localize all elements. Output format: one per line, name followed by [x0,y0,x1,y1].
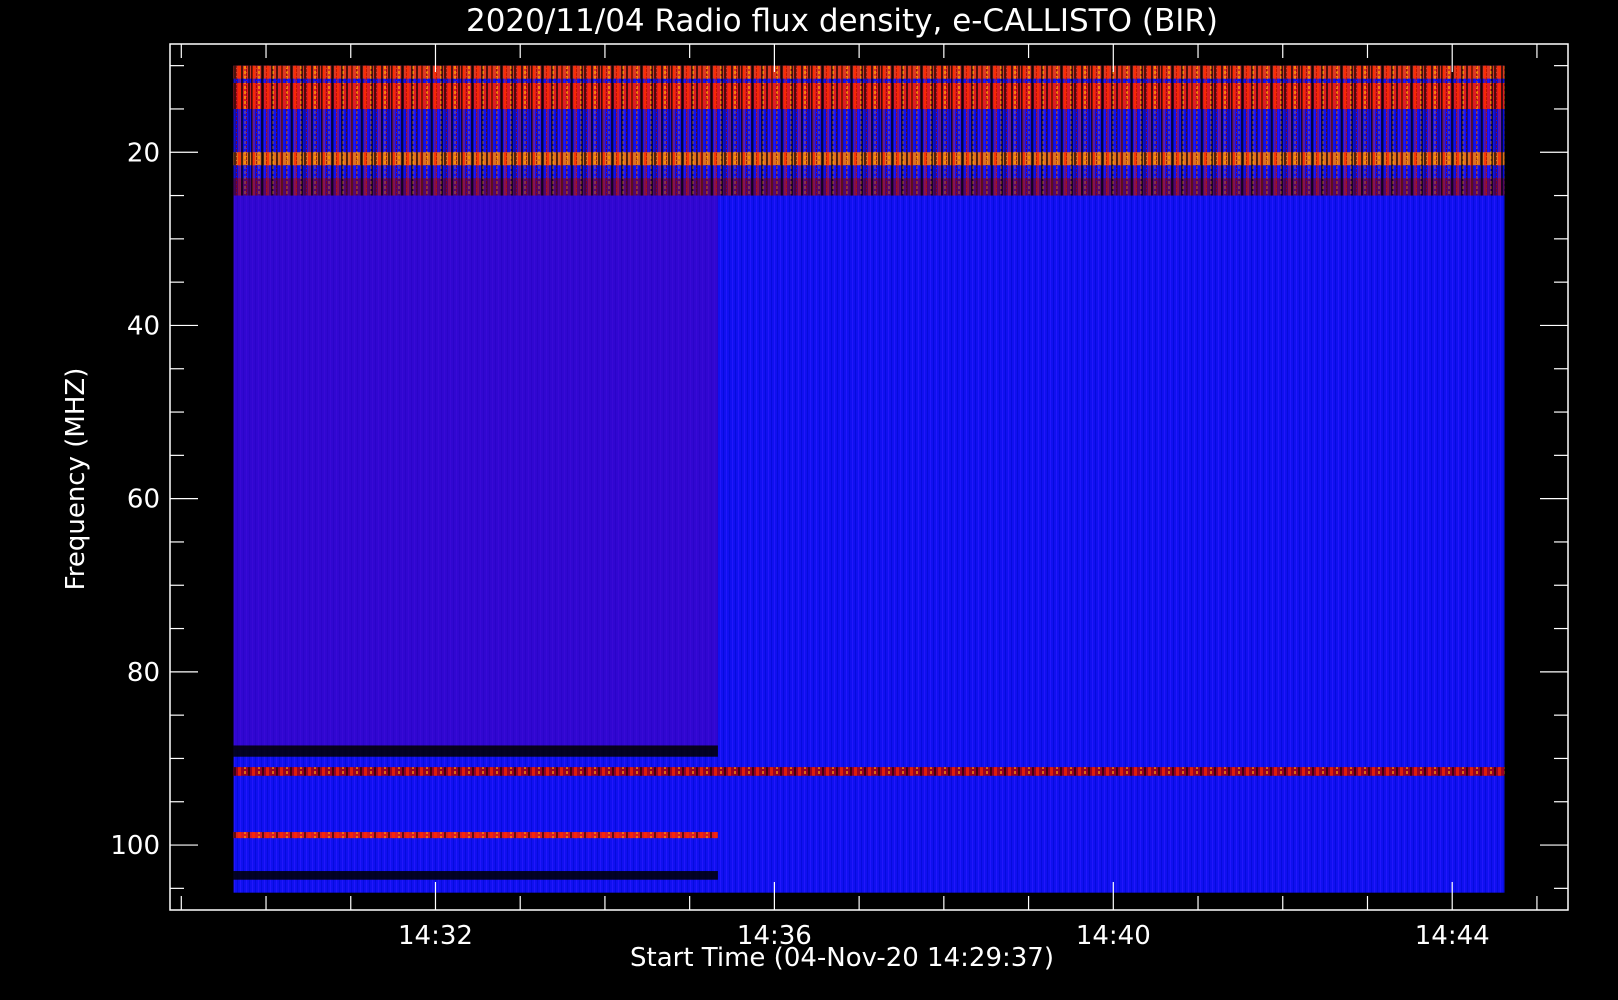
spectrogram-band [233,745,718,757]
spectrogram-noise-region [233,65,1505,196]
spectrogram-chart: 2040608010014:32 14:36 14:40 14:44 2020/11/… [61,3,1569,973]
chart-title: 2020/11/04 Radio flux density, e-CALLIST… [466,3,1218,39]
y-tick-label: 80 [127,658,160,688]
y-tick-label: 40 [127,311,160,341]
y-tick-label: 60 [127,485,160,515]
x-tick-label: 14:44 [1415,921,1490,951]
x-tick-label: 14:32 [398,921,473,951]
y-tick-label: 100 [110,831,160,861]
spectrogram-band-texture [233,832,718,839]
spectrogram-band-texture [233,767,1505,776]
spectrogram-plot-area [233,65,1505,893]
spectrogram-band [233,871,718,880]
spectrogram-band [233,195,718,750]
x-axis-label: Start Time (04-Nov-20 14:29:37) [630,943,1054,973]
y-tick-label: 20 [127,138,160,168]
y-axis-label: Frequency (MHZ) [61,368,91,591]
x-tick-label: 14:40 [1076,921,1151,951]
